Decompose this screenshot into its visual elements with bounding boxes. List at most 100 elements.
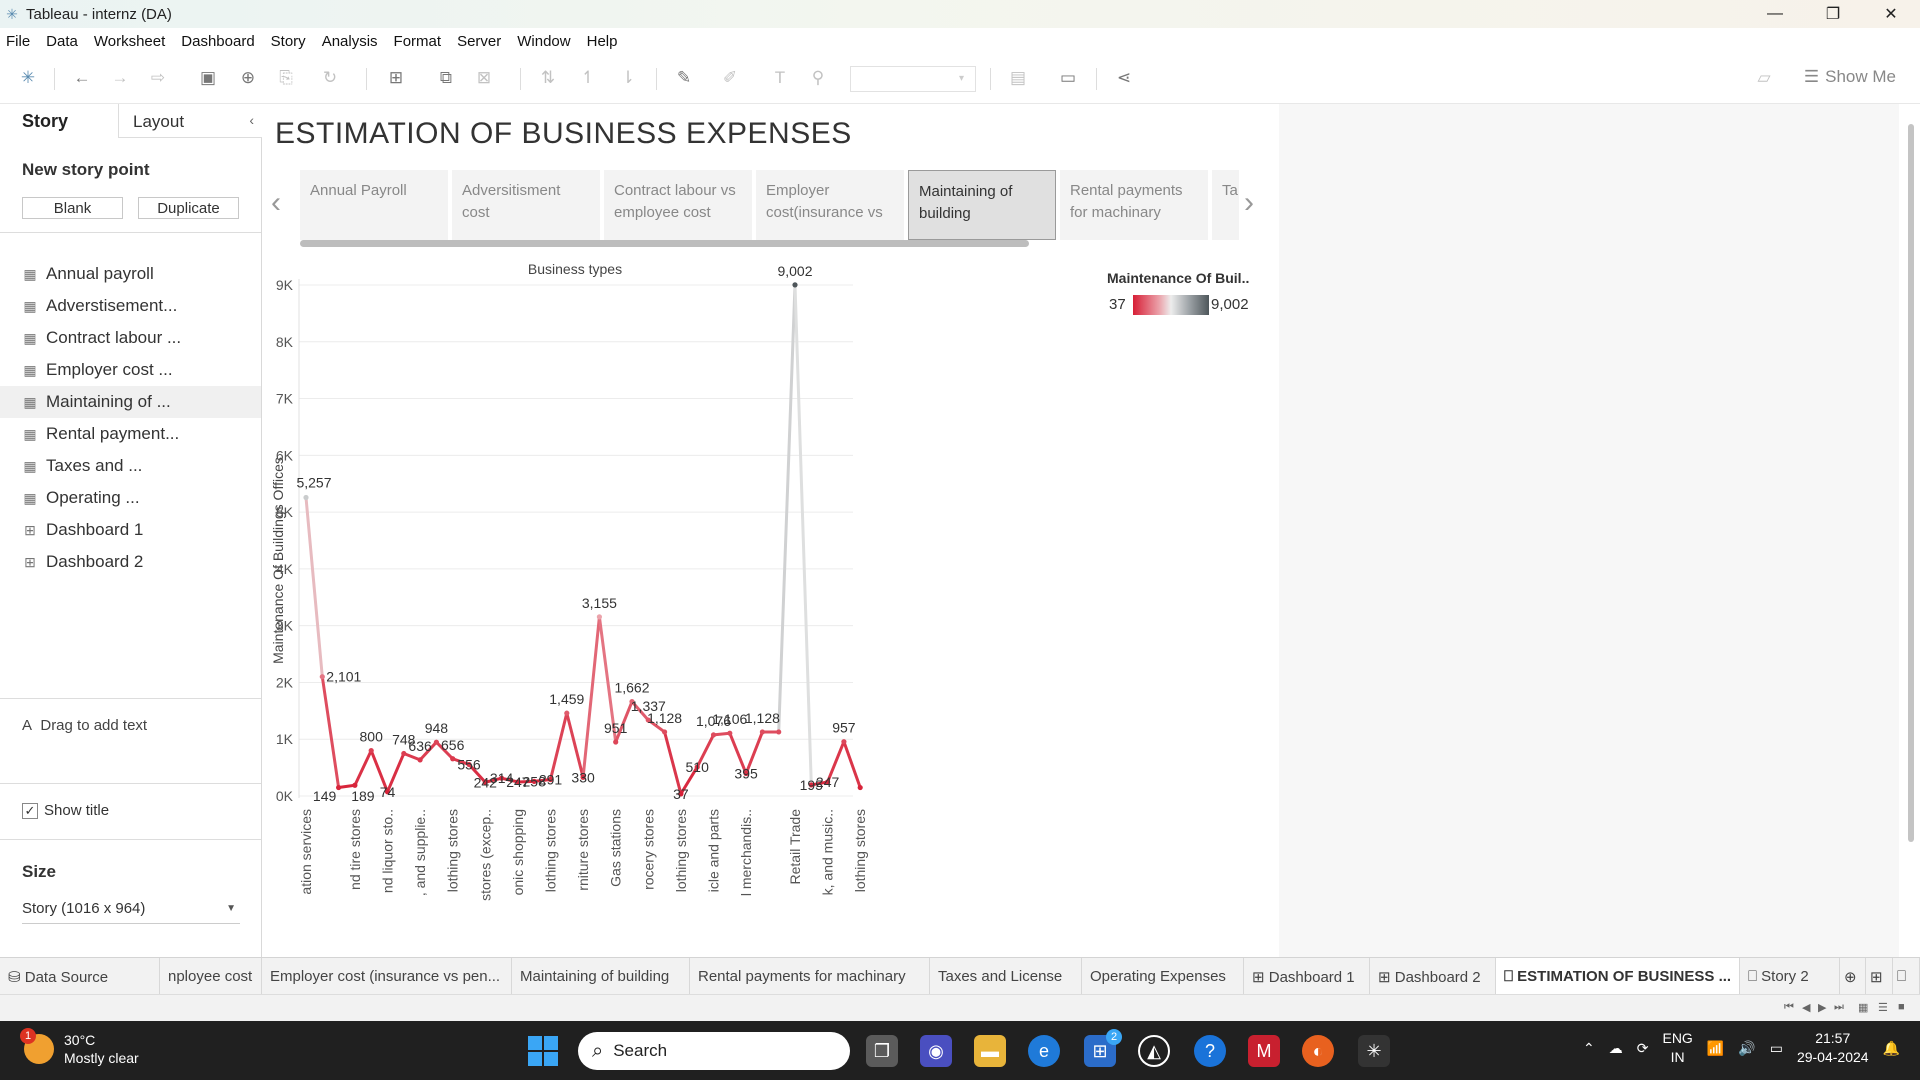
duplicate-button[interactable]: Duplicate bbox=[138, 197, 239, 219]
tab-story[interactable]: Story bbox=[0, 104, 118, 138]
notification-bell-icon[interactable]: 🔔 bbox=[1883, 1040, 1900, 1057]
data-point[interactable] bbox=[727, 730, 733, 736]
chevron-up-icon[interactable]: ⌃ bbox=[1583, 1040, 1595, 1057]
edge-browser-icon[interactable]: e bbox=[1028, 1035, 1060, 1067]
data-point[interactable] bbox=[857, 784, 863, 791]
tab-dashboard-2[interactable]: ⊞ Dashboard 2 bbox=[1370, 958, 1496, 995]
last-sheet-icon[interactable]: ⏭ bbox=[1834, 1001, 1844, 1014]
data-point[interactable] bbox=[336, 784, 342, 791]
menu-story[interactable]: Story bbox=[271, 33, 306, 50]
undo-icon[interactable]: ← bbox=[70, 66, 94, 90]
sheet-item-taxes[interactable]: ▦ Taxes and ... bbox=[0, 450, 261, 482]
pin-icon[interactable]: ⚲ bbox=[806, 66, 830, 90]
new-dashboard-tab-icon[interactable]: ⊞ bbox=[1866, 958, 1893, 995]
help-icon[interactable]: ? bbox=[1194, 1035, 1226, 1067]
first-sheet-icon[interactable]: ⏮ bbox=[1784, 1001, 1794, 1014]
story-point-caption[interactable]: Ta bbox=[1212, 170, 1239, 240]
story-point-caption[interactable]: Rental payments for machinary bbox=[1060, 170, 1208, 240]
maximize-button[interactable]: ❐ bbox=[1804, 0, 1862, 28]
next-sheet-icon[interactable]: ▶ bbox=[1818, 1001, 1826, 1014]
sheet-item-rental-payment[interactable]: ▦ Rental payment... bbox=[0, 418, 261, 450]
prev-sheet-icon[interactable]: ◀ bbox=[1802, 1001, 1810, 1014]
show-me-button[interactable]: ☰ Show Me bbox=[1804, 67, 1896, 87]
data-point[interactable] bbox=[368, 747, 374, 754]
data-point[interactable] bbox=[792, 282, 798, 288]
clock[interactable]: 21:57 29-04-2024 bbox=[1797, 1029, 1869, 1067]
sheet-item-advertisement[interactable]: ▦ Adverstisement... bbox=[0, 290, 261, 322]
data-point[interactable] bbox=[303, 494, 309, 501]
data-point[interactable] bbox=[710, 732, 717, 738]
mcafee-icon[interactable]: M bbox=[1248, 1035, 1280, 1067]
group-icon[interactable]: ✐ bbox=[718, 66, 742, 90]
wifi-icon[interactable]: 📶 bbox=[1707, 1040, 1724, 1057]
highlight-icon[interactable]: ✎ bbox=[672, 66, 696, 90]
data-point[interactable] bbox=[450, 756, 456, 762]
tab-estimation-story[interactable]: ⎕ ESTIMATION OF BUSINESS ... bbox=[1496, 958, 1740, 995]
menu-data[interactable]: Data bbox=[46, 33, 78, 50]
presentation-mode-icon[interactable]: ▭ bbox=[1056, 66, 1080, 90]
firefox-icon[interactable]: ◐ bbox=[1302, 1035, 1334, 1067]
sheet-sorter-icon[interactable]: ▦ bbox=[1858, 1001, 1868, 1014]
onedrive-icon[interactable]: ☁ bbox=[1609, 1040, 1623, 1057]
tableau-home-icon[interactable]: ✳ bbox=[16, 66, 40, 90]
data-point[interactable] bbox=[564, 710, 570, 716]
data-point[interactable] bbox=[417, 757, 423, 763]
show-title-checkbox[interactable]: ✓ Show title bbox=[22, 802, 109, 819]
data-point[interactable] bbox=[401, 750, 407, 757]
story-point-caption[interactable]: Annual Payroll bbox=[300, 170, 448, 240]
color-legend-gradient[interactable] bbox=[1133, 295, 1209, 315]
replay-icon[interactable]: ⇨ bbox=[146, 66, 170, 90]
menu-help[interactable]: Help bbox=[587, 33, 618, 50]
weather-widget[interactable]: 1 30°C Mostly clear bbox=[20, 1028, 139, 1067]
refresh-icon[interactable]: ↻ bbox=[318, 66, 342, 90]
save-icon[interactable]: ▣ bbox=[196, 66, 220, 90]
menu-worksheet[interactable]: Worksheet bbox=[94, 33, 165, 50]
file-explorer-icon[interactable]: ▬ bbox=[974, 1035, 1006, 1067]
sort-ascending-icon[interactable]: ↿ bbox=[576, 66, 600, 90]
tab-rental-payments[interactable]: Rental payments for machinary bbox=[690, 958, 930, 995]
menu-format[interactable]: Format bbox=[394, 33, 442, 50]
language-indicator[interactable]: ENG IN bbox=[1662, 1029, 1692, 1067]
tab-data-source[interactable]: ⛁ Data Source bbox=[0, 958, 160, 995]
menu-window[interactable]: Window bbox=[517, 33, 570, 50]
new-worksheet-icon[interactable]: ⊞ bbox=[384, 66, 408, 90]
size-dropdown[interactable]: Story (1016 x 964) ▼ bbox=[22, 900, 240, 924]
data-point[interactable] bbox=[662, 729, 668, 735]
data-point[interactable] bbox=[613, 739, 619, 745]
share-icon[interactable]: ⋖ bbox=[1112, 66, 1136, 90]
new-story-tab-icon[interactable]: ⎕ bbox=[1893, 958, 1920, 995]
previous-story-point-icon[interactable]: ‹ bbox=[271, 186, 281, 220]
sheet-item-dashboard-1[interactable]: ⊞ Dashboard 1 bbox=[0, 514, 261, 546]
menu-analysis[interactable]: Analysis bbox=[322, 33, 378, 50]
volume-icon[interactable]: 🔊 bbox=[1738, 1040, 1755, 1057]
app-icon[interactable]: ◭ bbox=[1138, 1035, 1170, 1067]
new-datasource-icon[interactable]: ⊕ bbox=[236, 66, 260, 90]
collapse-pane-icon[interactable]: ‹ bbox=[249, 112, 254, 128]
tab-taxes-and-license[interactable]: Taxes and License bbox=[930, 958, 1082, 995]
menu-file[interactable]: File bbox=[6, 33, 30, 50]
drag-to-add-text[interactable]: A Drag to add text bbox=[22, 717, 147, 734]
sync-icon[interactable]: ⟳ bbox=[1637, 1040, 1649, 1057]
vertical-scrollbar[interactable] bbox=[1908, 124, 1914, 842]
task-view-icon[interactable]: ❐ bbox=[866, 1035, 898, 1067]
data-point[interactable] bbox=[433, 739, 439, 745]
sheet-item-contract-labour[interactable]: ▦ Contract labour ... bbox=[0, 322, 261, 354]
swap-icon[interactable]: ⇅ bbox=[536, 66, 560, 90]
show-cards-icon[interactable]: ▤ bbox=[1006, 66, 1030, 90]
tab-employer-cost[interactable]: Employer cost (insurance vs pen... bbox=[262, 958, 512, 995]
data-point[interactable] bbox=[841, 739, 847, 745]
tab-story-2[interactable]: ⎕ Story 2 bbox=[1740, 958, 1840, 995]
data-point[interactable] bbox=[319, 674, 325, 680]
clear-sheet-icon[interactable]: ⊠ bbox=[472, 66, 496, 90]
menu-server[interactable]: Server bbox=[457, 33, 501, 50]
tab-operating-expenses[interactable]: Operating Expenses bbox=[1082, 958, 1244, 995]
menu-dashboard[interactable]: Dashboard bbox=[181, 33, 254, 50]
fit-dropdown[interactable]: ▾ bbox=[850, 66, 976, 92]
story-navigator-scrollbar[interactable] bbox=[300, 240, 1029, 247]
story-point-caption[interactable]: Employer cost(insurance vs bbox=[756, 170, 904, 240]
pause-updates-icon[interactable]: ⎘ bbox=[274, 66, 298, 90]
next-story-point-icon[interactable]: › bbox=[1244, 186, 1254, 220]
redo-icon[interactable]: → bbox=[108, 66, 132, 90]
sheet-item-employer-cost[interactable]: ▦ Employer cost ... bbox=[0, 354, 261, 386]
duplicate-sheet-icon[interactable]: ⧉ bbox=[434, 66, 458, 90]
